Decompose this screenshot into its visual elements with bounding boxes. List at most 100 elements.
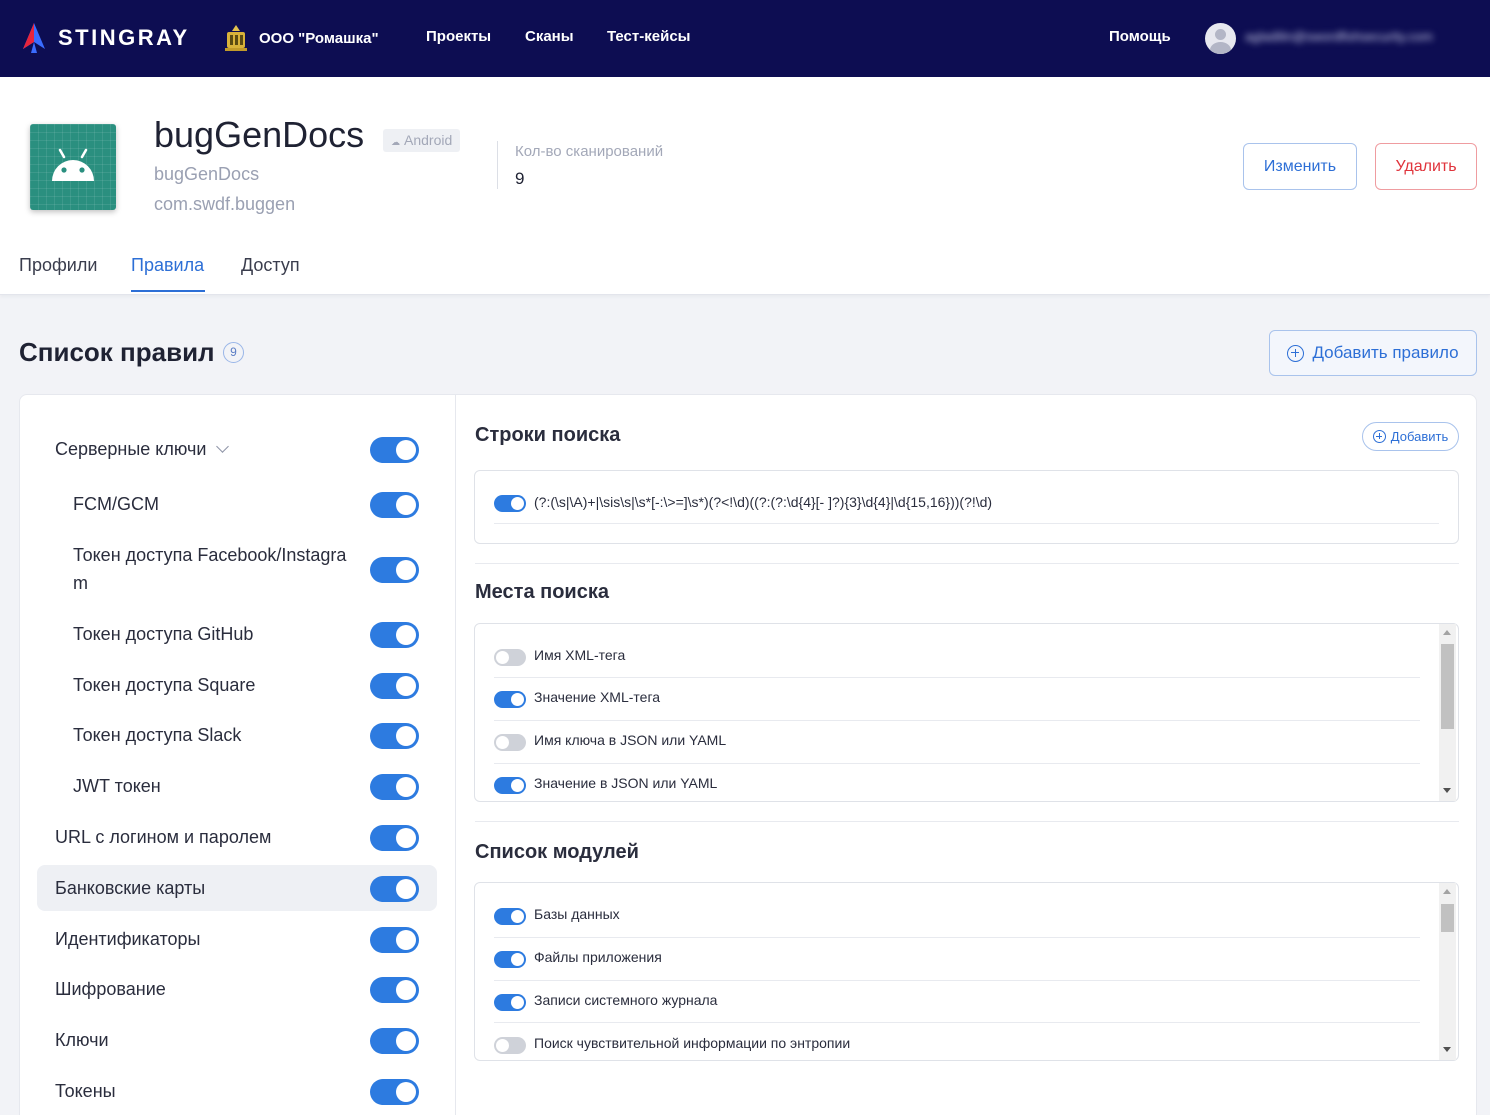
module-databases: Базы данных bbox=[534, 906, 620, 922]
rule-item-bank-cards[interactable]: Банковские карты bbox=[55, 874, 205, 902]
search-string-toggle[interactable] bbox=[494, 495, 526, 512]
module-toggle-app-files[interactable] bbox=[494, 951, 526, 968]
android-icon bbox=[52, 148, 94, 181]
rule-item-keys[interactable]: Ключи bbox=[55, 1026, 109, 1054]
module-toggle-databases[interactable] bbox=[494, 908, 526, 925]
card-divider bbox=[455, 394, 456, 1115]
row-separator bbox=[494, 720, 1420, 721]
toggle-knob bbox=[396, 930, 416, 950]
rule-item-identifiers[interactable]: Идентификаторы bbox=[55, 925, 200, 953]
toggle-knob bbox=[511, 693, 524, 706]
chevron-down-icon[interactable] bbox=[216, 440, 230, 453]
rule-item-server-keys[interactable]: Серверные ключи bbox=[55, 435, 230, 463]
app-icon bbox=[30, 124, 116, 210]
brand-name: STINGRAY bbox=[58, 25, 190, 50]
rule-item-encryption[interactable]: Шифрование bbox=[55, 975, 166, 1003]
add-rule-label: Добавить правило bbox=[1312, 343, 1459, 362]
project-subtitle: bugGenDocs bbox=[154, 164, 260, 184]
nav-test-cases[interactable]: Тест-кейсы bbox=[607, 28, 690, 45]
toggle-knob bbox=[396, 828, 416, 848]
user-email[interactable]: agladilin@swordfishsecurity.com bbox=[1245, 29, 1433, 44]
toggle-knob bbox=[496, 736, 509, 749]
rule-item-square-token[interactable]: Токен доступа Square bbox=[73, 671, 255, 699]
search-strings-title: Строки поиска bbox=[475, 424, 621, 446]
row-separator bbox=[494, 980, 1420, 981]
rule-toggle-github-token[interactable] bbox=[370, 622, 419, 648]
tab-access[interactable]: Доступ bbox=[241, 255, 300, 276]
user-avatar[interactable] bbox=[1205, 23, 1236, 54]
toggle-knob bbox=[511, 497, 524, 510]
toggle-knob bbox=[496, 1039, 509, 1052]
rule-item-tokens[interactable]: Токены bbox=[55, 1077, 116, 1105]
toggle-knob bbox=[396, 1031, 416, 1051]
rules-count-badge: 9 bbox=[223, 342, 244, 363]
rule-toggle-tokens[interactable] bbox=[370, 1079, 419, 1105]
toggle-knob bbox=[511, 996, 524, 1009]
scans-count-value: 9 bbox=[515, 169, 525, 188]
search-place-toggle-json-key[interactable] bbox=[494, 734, 526, 751]
search-place-toggle-xml-tag-name[interactable] bbox=[494, 649, 526, 666]
scroll-up-arrow-icon[interactable] bbox=[1443, 889, 1451, 894]
scroll-thumb[interactable] bbox=[1441, 904, 1454, 932]
organization-selector[interactable]: ООО "Ромашка" bbox=[223, 24, 379, 52]
row-separator bbox=[494, 523, 1439, 524]
search-place-toggle-json-value[interactable] bbox=[494, 777, 526, 794]
rule-toggle-keys[interactable] bbox=[370, 1028, 419, 1054]
rule-item-facebook-token[interactable]: Токен доступа Facebook/Instagra m bbox=[73, 541, 346, 597]
nav-scans[interactable]: Сканы bbox=[525, 28, 574, 45]
rule-toggle-url-credentials[interactable] bbox=[370, 825, 419, 851]
rule-item-github-token[interactable]: Токен доступа GitHub bbox=[73, 620, 253, 648]
platform-badge: ☁ Android bbox=[383, 129, 461, 152]
rule-toggle-jwt-token[interactable] bbox=[370, 774, 419, 800]
nav-help[interactable]: Помощь bbox=[1109, 28, 1171, 45]
toggle-knob bbox=[396, 676, 416, 696]
delete-project-button[interactable]: Удалить bbox=[1375, 143, 1477, 190]
platform-label: Android bbox=[404, 132, 453, 148]
header-divider bbox=[497, 141, 498, 189]
scroll-thumb[interactable] bbox=[1441, 644, 1454, 729]
brand-logo[interactable]: STINGRAY bbox=[18, 22, 190, 54]
module-toggle-entropy-search[interactable] bbox=[494, 1037, 526, 1054]
rule-toggle-fcm-gcm[interactable] bbox=[370, 492, 419, 518]
search-string-pattern[interactable]: (?:(\s|\A)+|\sis\s|\s*[-:\>=]\s*)(?<!\d)… bbox=[534, 494, 992, 510]
rule-toggle-square-token[interactable] bbox=[370, 673, 419, 699]
rules-section-title: Список правил bbox=[19, 337, 215, 367]
project-title: bugGenDocs bbox=[154, 114, 365, 155]
tab-profiles[interactable]: Профили bbox=[19, 255, 97, 276]
tab-rules[interactable]: Правила bbox=[131, 255, 204, 276]
module-toggle-system-log[interactable] bbox=[494, 994, 526, 1011]
rule-toggle-identifiers[interactable] bbox=[370, 927, 419, 953]
search-places-scrollbar[interactable] bbox=[1439, 624, 1456, 801]
rule-item-url-credentials[interactable]: URL с логином и паролем bbox=[55, 823, 271, 851]
row-separator bbox=[494, 763, 1420, 764]
module-app-files: Файлы приложения bbox=[534, 949, 662, 965]
rule-toggle-facebook-token[interactable] bbox=[370, 557, 419, 583]
rule-item-slack-token[interactable]: Токен доступа Slack bbox=[73, 721, 241, 749]
scroll-down-arrow-icon[interactable] bbox=[1443, 788, 1451, 793]
rule-label: Серверные ключи bbox=[55, 439, 207, 459]
organization-crest-icon bbox=[225, 25, 247, 51]
modules-title: Список модулей bbox=[475, 841, 639, 863]
rule-toggle-slack-token[interactable] bbox=[370, 723, 419, 749]
add-rule-button[interactable]: Добавить правило bbox=[1269, 330, 1477, 376]
project-header: bugGenDocs ☁ Android bugGenDocs com.swdf.… bbox=[0, 77, 1490, 295]
add-search-string-button[interactable]: Добавить bbox=[1362, 422, 1459, 451]
search-place-json-key: Имя ключа в JSON или YAML bbox=[534, 732, 727, 748]
rule-item-fcm-gcm[interactable]: FCM/GCM bbox=[73, 490, 159, 518]
scroll-up-arrow-icon[interactable] bbox=[1443, 630, 1451, 635]
nav-projects[interactable]: Проекты bbox=[426, 28, 491, 45]
rule-item-jwt-token[interactable]: JWT токен bbox=[73, 772, 161, 800]
android-small-icon: ☁ bbox=[391, 137, 400, 147]
organization-name: ООО "Ромашка" bbox=[259, 29, 379, 47]
rule-toggle-server-keys[interactable] bbox=[370, 437, 419, 463]
edit-project-button[interactable]: Изменить bbox=[1243, 143, 1357, 190]
modules-scrollbar[interactable] bbox=[1439, 883, 1456, 1060]
scroll-down-arrow-icon[interactable] bbox=[1443, 1047, 1451, 1052]
rule-toggle-bank-cards[interactable] bbox=[370, 876, 419, 902]
toggle-knob bbox=[396, 726, 416, 746]
row-separator bbox=[494, 1022, 1420, 1023]
toggle-knob bbox=[396, 980, 416, 1000]
toggle-knob bbox=[396, 1082, 416, 1102]
search-place-toggle-xml-tag-value[interactable] bbox=[494, 691, 526, 708]
rule-toggle-encryption[interactable] bbox=[370, 977, 419, 1003]
